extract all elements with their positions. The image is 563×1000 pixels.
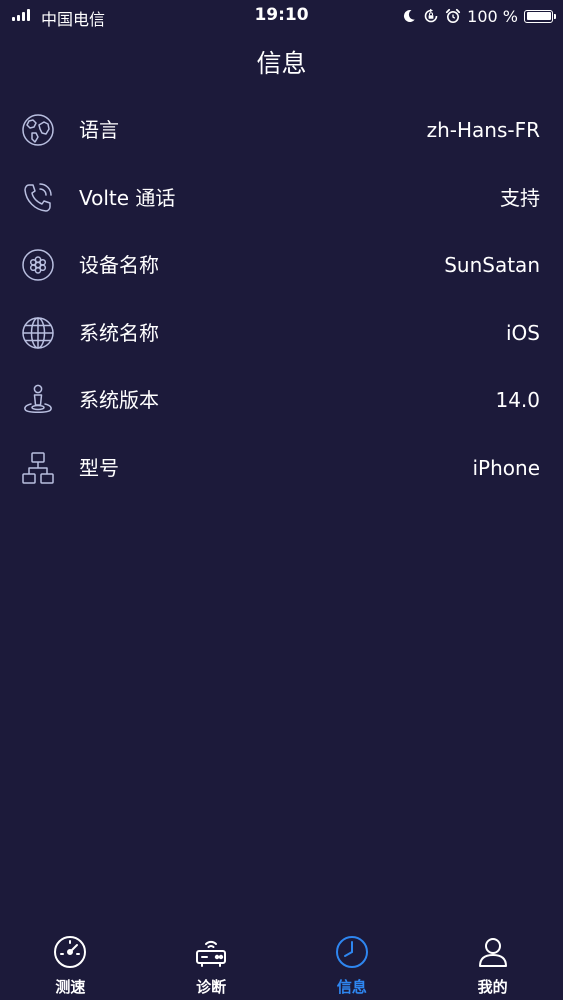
router-icon <box>193 934 229 970</box>
row-value: SunSatan <box>444 253 540 277</box>
status-indicators: 100 % <box>401 5 556 27</box>
row-label: Volte 通话 <box>79 185 176 210</box>
hierarchy-icon <box>20 450 56 486</box>
globe-earth-icon <box>20 112 56 148</box>
globe-grid-icon <box>20 315 56 351</box>
user-icon <box>475 934 511 970</box>
info-row-device-name: 设备名称 SunSatan <box>0 231 563 299</box>
row-label: 型号 <box>79 455 119 480</box>
row-value: zh-Hans-FR <box>426 118 540 142</box>
battery-icon <box>524 9 556 23</box>
rotation-lock-icon <box>424 8 438 23</box>
tab-diagnose[interactable]: 诊断 <box>141 926 282 1000</box>
moon-icon <box>404 9 415 22</box>
info-list: 语言 zh-Hans-FR Volte 通话 支持 设备名称 SunSatan … <box>0 96 563 501</box>
tab-label: 诊断 <box>196 978 227 996</box>
row-value: 14.0 <box>495 388 540 412</box>
clock-icon <box>334 934 370 970</box>
row-label: 设备名称 <box>79 253 159 277</box>
alarm-icon <box>446 8 461 23</box>
row-value: 支持 <box>500 185 540 210</box>
info-row-volte: Volte 通话 支持 <box>0 164 563 232</box>
info-row-system-name: 系统名称 iOS <box>0 299 563 367</box>
row-value: iPhone <box>472 455 540 480</box>
phone-call-icon <box>20 180 56 216</box>
status-bar: 中国电信 19:10 100 % <box>0 0 563 32</box>
tab-profile[interactable]: 我的 <box>422 926 563 1000</box>
location-person-icon <box>20 382 56 418</box>
tab-bar: 测速 诊断 信息 我的 <box>0 926 563 1000</box>
row-label: 系统名称 <box>79 320 159 345</box>
info-row-system-version: 系统版本 14.0 <box>0 366 563 434</box>
page-title: 信息 <box>256 49 307 78</box>
flower-chip-icon <box>20 247 56 283</box>
info-row-model: 型号 iPhone <box>0 434 563 502</box>
info-row-language: 语言 zh-Hans-FR <box>0 96 563 164</box>
tab-label: 我的 <box>477 978 508 996</box>
row-label: 系统版本 <box>79 388 159 412</box>
row-value: iOS <box>506 320 540 345</box>
speedometer-icon <box>52 934 88 970</box>
tab-label: 信息 <box>336 978 367 996</box>
tab-info[interactable]: 信息 <box>282 926 423 1000</box>
battery-percent: 100 % <box>467 6 518 26</box>
tab-speed-test[interactable]: 测速 <box>0 926 141 1000</box>
tab-label: 测速 <box>55 978 86 996</box>
row-label: 语言 <box>79 118 119 142</box>
